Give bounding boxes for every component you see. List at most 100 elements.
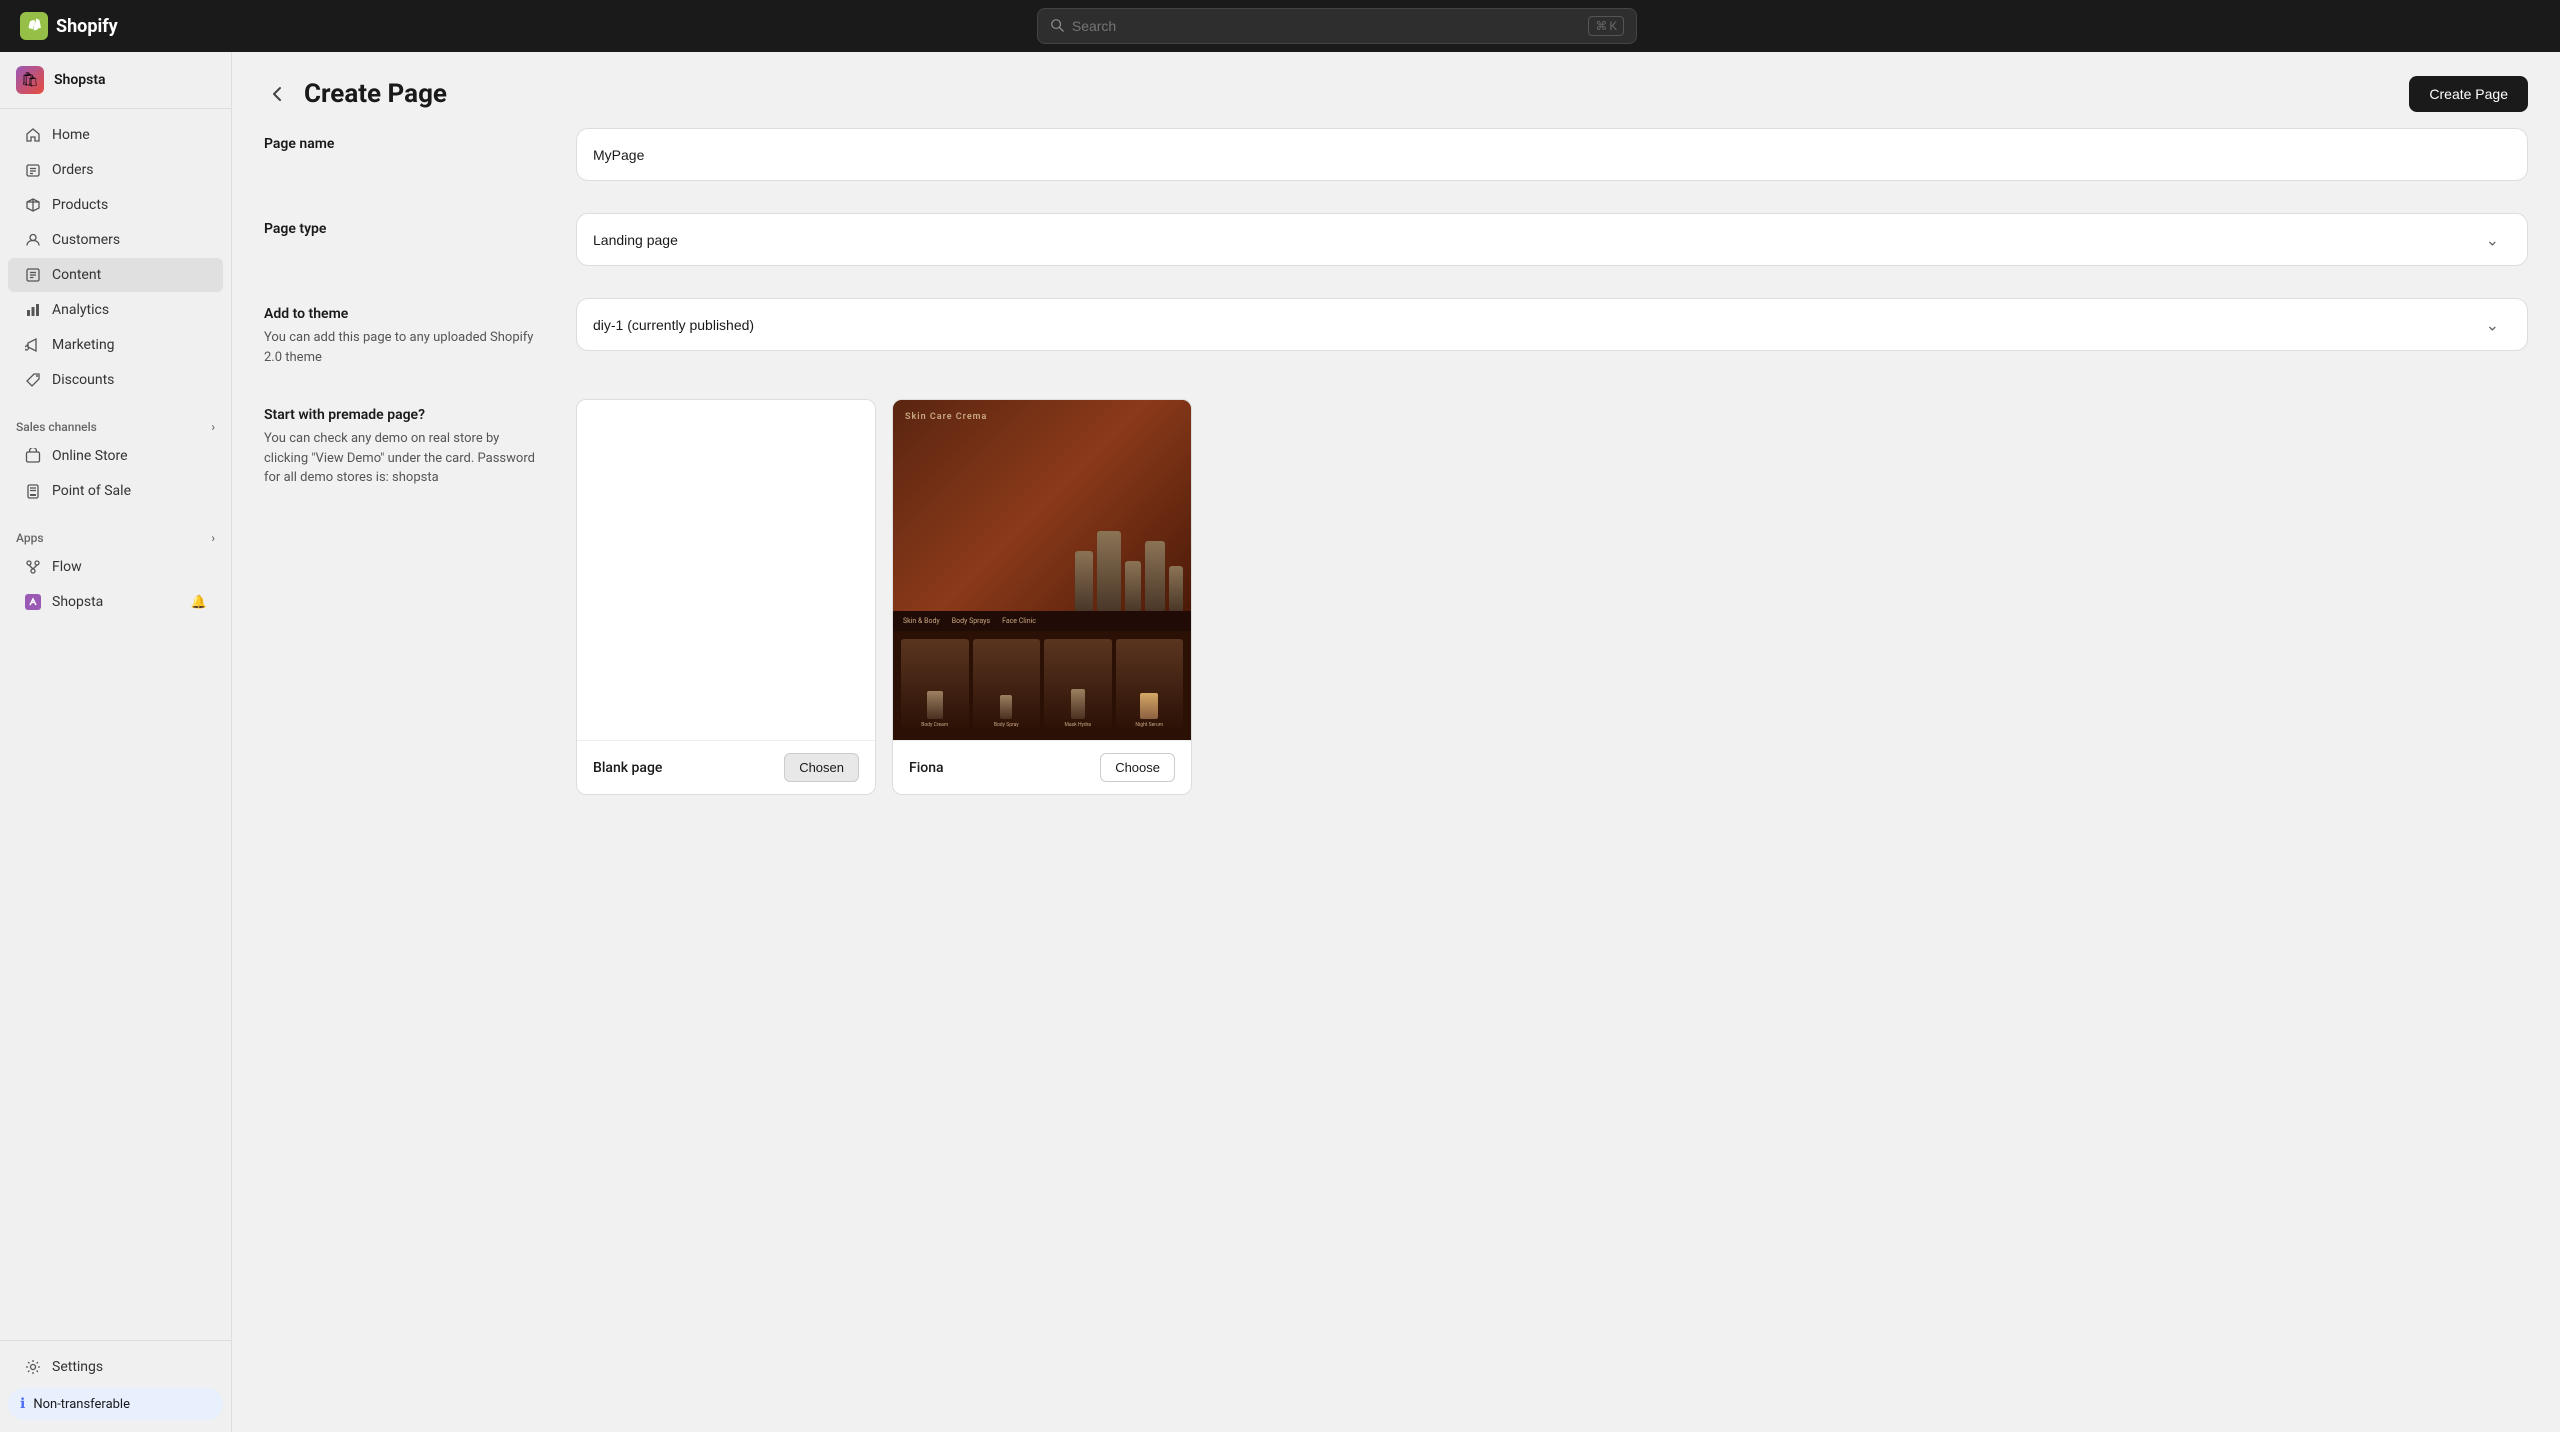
analytics-icon xyxy=(24,301,42,319)
point-of-sale-icon xyxy=(24,482,42,500)
premade-label: Start with premade page? xyxy=(264,407,544,423)
sidebar-item-orders-label: Orders xyxy=(52,162,94,178)
page-name-input[interactable] xyxy=(593,147,2511,163)
fiona-product-3: Mask Hydra xyxy=(1044,639,1112,732)
sidebar-item-marketing-label: Marketing xyxy=(52,337,115,353)
page-type-select[interactable]: Landing page Blog post Contact About xyxy=(593,232,2511,248)
page-name-label: Page name xyxy=(264,136,544,152)
page-type-row: Page type Landing page Blog post Contact… xyxy=(264,213,2528,266)
template-card-blank: Blank page Chosen xyxy=(576,399,876,795)
template-chosen-button-blank[interactable]: Chosen xyxy=(784,753,859,782)
home-icon xyxy=(24,126,42,144)
non-transferable-badge[interactable]: ℹ Non-transferable xyxy=(8,1388,223,1420)
add-to-theme-control-col: diy-1 (currently published) ⌄ xyxy=(576,298,2528,367)
add-to-theme-label-col: Add to theme You can add this page to an… xyxy=(264,298,544,367)
sidebar-item-analytics-label: Analytics xyxy=(52,302,109,318)
sidebar-item-shopsta[interactable]: Shopsta 🔔 xyxy=(8,585,223,619)
fiona-product-bottle-2 xyxy=(1000,695,1012,719)
apps-expand-icon[interactable]: › xyxy=(211,531,215,545)
sidebar-item-products[interactable]: Products xyxy=(8,188,223,222)
sidebar-item-settings[interactable]: Settings xyxy=(8,1350,223,1384)
fiona-product-4: Night Serum xyxy=(1116,639,1184,732)
page-name-label-col: Page name xyxy=(264,128,544,181)
sidebar-item-marketing[interactable]: Marketing xyxy=(8,328,223,362)
non-transferable-icon: ℹ xyxy=(20,1396,25,1412)
fiona-nav-bar: Skin & Body Body Sprays Face Clinic xyxy=(893,611,1191,631)
fiona-nav-item-3: Face Clinic xyxy=(1002,617,1036,625)
template-name-fiona: Fiona xyxy=(909,760,944,776)
shopsta-bell-icon: 🔔 xyxy=(191,595,207,610)
sidebar-item-customers[interactable]: Customers xyxy=(8,223,223,257)
sales-channels-label: Sales channels › xyxy=(0,414,231,438)
sidebar-item-discounts[interactable]: Discounts xyxy=(8,363,223,397)
page-type-card: Landing page Blog post Contact About ⌄ xyxy=(576,213,2528,266)
fiona-nav-item-1: Skin & Body xyxy=(903,617,940,625)
add-to-theme-desc: You can add this page to any uploaded Sh… xyxy=(264,328,544,367)
create-page-button[interactable]: Create Page xyxy=(2409,76,2528,112)
store-header: 🛍 Shopsta xyxy=(0,52,231,109)
page-title: Create Page xyxy=(304,79,447,109)
content-area: Create Page Create Page Page name P xyxy=(232,52,2560,1432)
sales-channels-nav: Sales channels › Online Store Point of S… xyxy=(0,406,231,517)
fiona-product-label-3: Mask Hydra xyxy=(1065,722,1091,728)
flow-icon xyxy=(24,558,42,576)
template-choose-button-fiona[interactable]: Choose xyxy=(1100,753,1175,782)
shopify-brand-text: Shopify xyxy=(56,16,118,37)
add-to-theme-row: Add to theme You can add this page to an… xyxy=(264,298,2528,367)
fiona-product-2: Body Spray xyxy=(973,639,1041,732)
template-name-blank: Blank page xyxy=(593,760,662,776)
fiona-product-bottle-1 xyxy=(927,691,943,719)
add-to-theme-card: diy-1 (currently published) ⌄ xyxy=(576,298,2528,351)
fiona-nav-item-2: Body Sprays xyxy=(952,617,990,625)
content-icon xyxy=(24,266,42,284)
premade-row: Start with premade page? You can check a… xyxy=(264,399,2528,795)
sidebar-item-content-label: Content xyxy=(52,267,101,283)
sidebar-item-flow-label: Flow xyxy=(52,559,82,575)
sidebar-item-settings-label: Settings xyxy=(52,1359,103,1375)
fiona-hero: Skin Care Crema xyxy=(893,400,1191,611)
add-to-theme-select[interactable]: diy-1 (currently published) xyxy=(593,317,2511,333)
page-type-label-col: Page type xyxy=(264,213,544,266)
sidebar-bottom: Settings ℹ Non-transferable xyxy=(0,1340,231,1432)
sidebar-item-content[interactable]: Content xyxy=(8,258,223,292)
add-to-theme-label: Add to theme xyxy=(264,306,544,322)
search-input[interactable] xyxy=(1072,18,1580,34)
fiona-product-label-4: Night Serum xyxy=(1135,722,1163,728)
main-nav: Home Orders Products Customers xyxy=(0,109,231,406)
sidebar-item-discounts-label: Discounts xyxy=(52,372,114,388)
fiona-preview: Skin Care Crema xyxy=(893,400,1191,740)
marketing-icon xyxy=(24,336,42,354)
sidebar-item-flow[interactable]: Flow xyxy=(8,550,223,584)
sidebar-item-customers-label: Customers xyxy=(52,232,120,248)
premade-control-col: Blank page Chosen Skin Care Crema xyxy=(576,399,2528,795)
online-store-icon xyxy=(24,447,42,465)
page-type-label: Page type xyxy=(264,221,544,237)
sidebar-item-point-of-sale[interactable]: Point of Sale xyxy=(8,474,223,508)
fiona-bottle-5 xyxy=(1169,566,1183,611)
sales-channels-expand-icon[interactable]: › xyxy=(211,420,215,434)
premade-desc: You can check any demo on real store by … xyxy=(264,429,544,488)
page-type-control-col: Landing page Blog post Contact About ⌄ xyxy=(576,213,2528,266)
sidebar-item-online-store[interactable]: Online Store xyxy=(8,439,223,473)
sidebar-item-online-store-label: Online Store xyxy=(52,448,128,464)
back-button[interactable] xyxy=(264,80,292,108)
sidebar-item-analytics[interactable]: Analytics xyxy=(8,293,223,327)
sidebar-item-home[interactable]: Home xyxy=(8,118,223,152)
page-name-row: Page name xyxy=(264,128,2528,181)
page-title-area: Create Page xyxy=(264,79,447,109)
fiona-product-bottle-3 xyxy=(1071,689,1085,719)
search-icon xyxy=(1050,17,1064,36)
fiona-bottle-3 xyxy=(1125,561,1141,611)
fiona-product-1: Body Cream xyxy=(901,639,969,732)
topbar: Shopify ⌘ K xyxy=(0,0,2560,52)
sidebar-item-shopsta-label: Shopsta xyxy=(52,594,103,610)
page-name-card xyxy=(576,128,2528,181)
template-footer-blank: Blank page Chosen xyxy=(577,740,875,794)
fiona-product-label-1: Body Cream xyxy=(921,722,948,728)
store-name: Shopsta xyxy=(54,72,106,88)
add-to-theme-select-wrapper: diy-1 (currently published) ⌄ xyxy=(593,315,2511,334)
sidebar-item-orders[interactable]: Orders xyxy=(8,153,223,187)
fiona-bottle-4 xyxy=(1145,541,1165,611)
template-preview-fiona: Skin Care Crema xyxy=(893,400,1191,740)
search-bar[interactable]: ⌘ K xyxy=(1037,8,1637,44)
